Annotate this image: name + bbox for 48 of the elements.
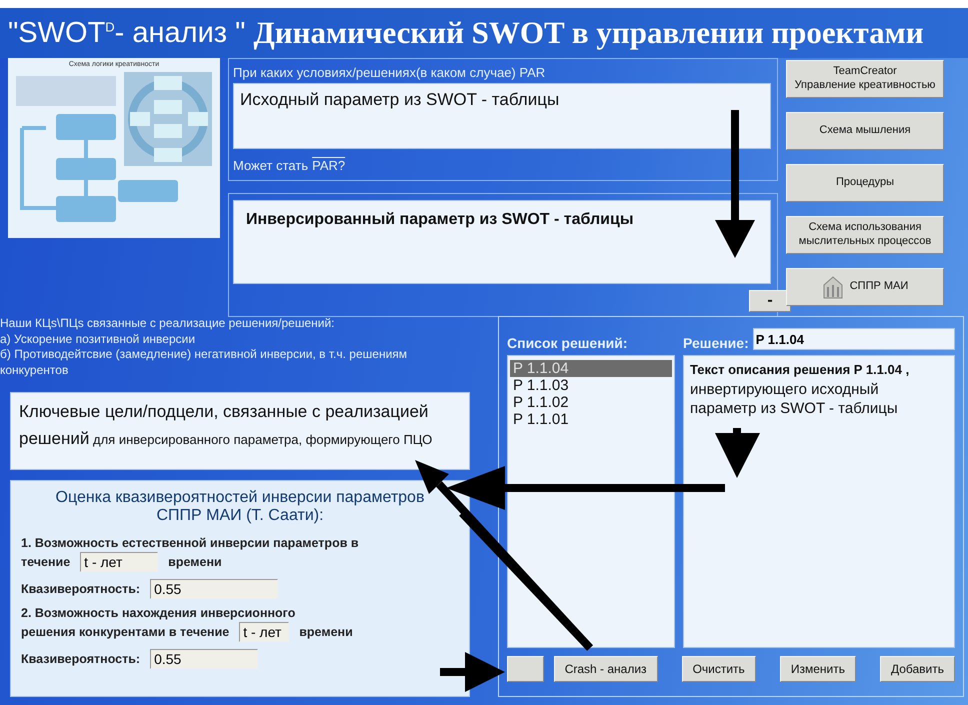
goals-text: Ключевые цели/подцели, связанные с реализацией решений для инверсированного параметра, формирующего ПЦО: [19, 401, 434, 450]
source-parameter-text: Исходный параметр из SWOT - таблицы: [240, 90, 560, 109]
may-become-label: Может стать: [233, 157, 308, 175]
condition-label: При каких условиях/решениях(в каком случае) PAR: [233, 64, 546, 82]
menu-button[interactable]: TeamCreator Управление креативностью: [786, 60, 944, 98]
goal-text: Наши КЦs\ПЦs связанные с реализацие решения/решений:: [0, 316, 336, 332]
action-button[interactable]: Очистить: [682, 656, 756, 682]
solution-label: Решение:: [683, 335, 749, 351]
period-field[interactable]: t - лет: [80, 552, 158, 572]
menu-button[interactable]: Схема мышления: [786, 112, 944, 150]
solution-field[interactable]: P 1.1.04: [752, 328, 955, 350]
solution-item[interactable]: P 1.1.02: [510, 394, 672, 411]
question-text: решения конкурентами в течение: [21, 624, 230, 642]
question-text: 2. Возможность нахождения инверсионного: [21, 606, 296, 622]
menu-button[interactable]: СППР МАИ: [786, 268, 944, 306]
probability-field[interactable]: 0.55: [150, 579, 278, 600]
probability-field[interactable]: 0.55: [150, 649, 258, 670]
building-icon: [822, 275, 844, 299]
description-text: Текст описания решения P 1.1.04 , инвертирующего исходный параметр из SWOT - таблицы: [690, 361, 910, 418]
inverted-parameter-text: Инверсированный параметр из SWOT - таблицы: [246, 211, 634, 228]
solution-list-label: Список решений:: [507, 335, 629, 351]
inverted-parameter-field[interactable]: Инверсированный параметр из SWOT - таблицы: [233, 200, 771, 284]
action-button[interactable]: Добавить: [880, 656, 955, 682]
window-title: Динамический SWOT в управлении проектами: [253, 15, 924, 51]
solution-item[interactable]: P 1.1.01: [510, 411, 672, 428]
solution-item[interactable]: P 1.1.04: [510, 360, 672, 377]
time-label: времени: [168, 554, 222, 572]
action-button[interactable]: Crash - анализ: [554, 656, 658, 682]
minus-button[interactable]: -: [749, 290, 791, 312]
evaluation-title: Оценка квазивероятностей инверсии параметров СППР МАИ (Т. Саати):: [54, 489, 426, 526]
probability-label: Квазивероятность:: [21, 651, 140, 668]
source-parameter-field[interactable]: Исходный параметр из SWOT - таблицы: [233, 83, 771, 149]
par-label: PAR?: [312, 158, 346, 173]
menu-button[interactable]: Схема использования мыслительных процессов: [786, 216, 944, 254]
menu-button[interactable]: Процедуры: [786, 164, 944, 202]
action-button[interactable]: Изменить: [780, 656, 856, 682]
description-field[interactable]: Текст описания решения P 1.1.04 , инвертирующего исходный параметр из SWOT - таблицы: [683, 355, 955, 648]
blank-button[interactable]: [507, 656, 544, 682]
question-text: течение: [21, 554, 70, 572]
period-field[interactable]: t - лет: [239, 622, 290, 642]
goal-text: а) Ускорение позитивной инверсии: [0, 332, 196, 348]
time-label: времени: [299, 624, 353, 642]
goal-text: б) Противодейтсвие (замедление) негативной инверсии, в т.ч. решениям конкурентов: [0, 347, 408, 378]
brand-title: "SWOT$^{D}$- анализ ": [8, 16, 246, 50]
goals-field[interactable]: Ключевые цели/подцели, связанные с реализацией решений для инверсированного параметра, формирующего ПЦО: [10, 392, 470, 470]
question-text: 1. Возможность естественной инверсии параметров в: [21, 536, 360, 552]
solution-item[interactable]: P 1.1.03: [510, 377, 672, 394]
probability-label: Квазивероятность:: [21, 581, 140, 598]
